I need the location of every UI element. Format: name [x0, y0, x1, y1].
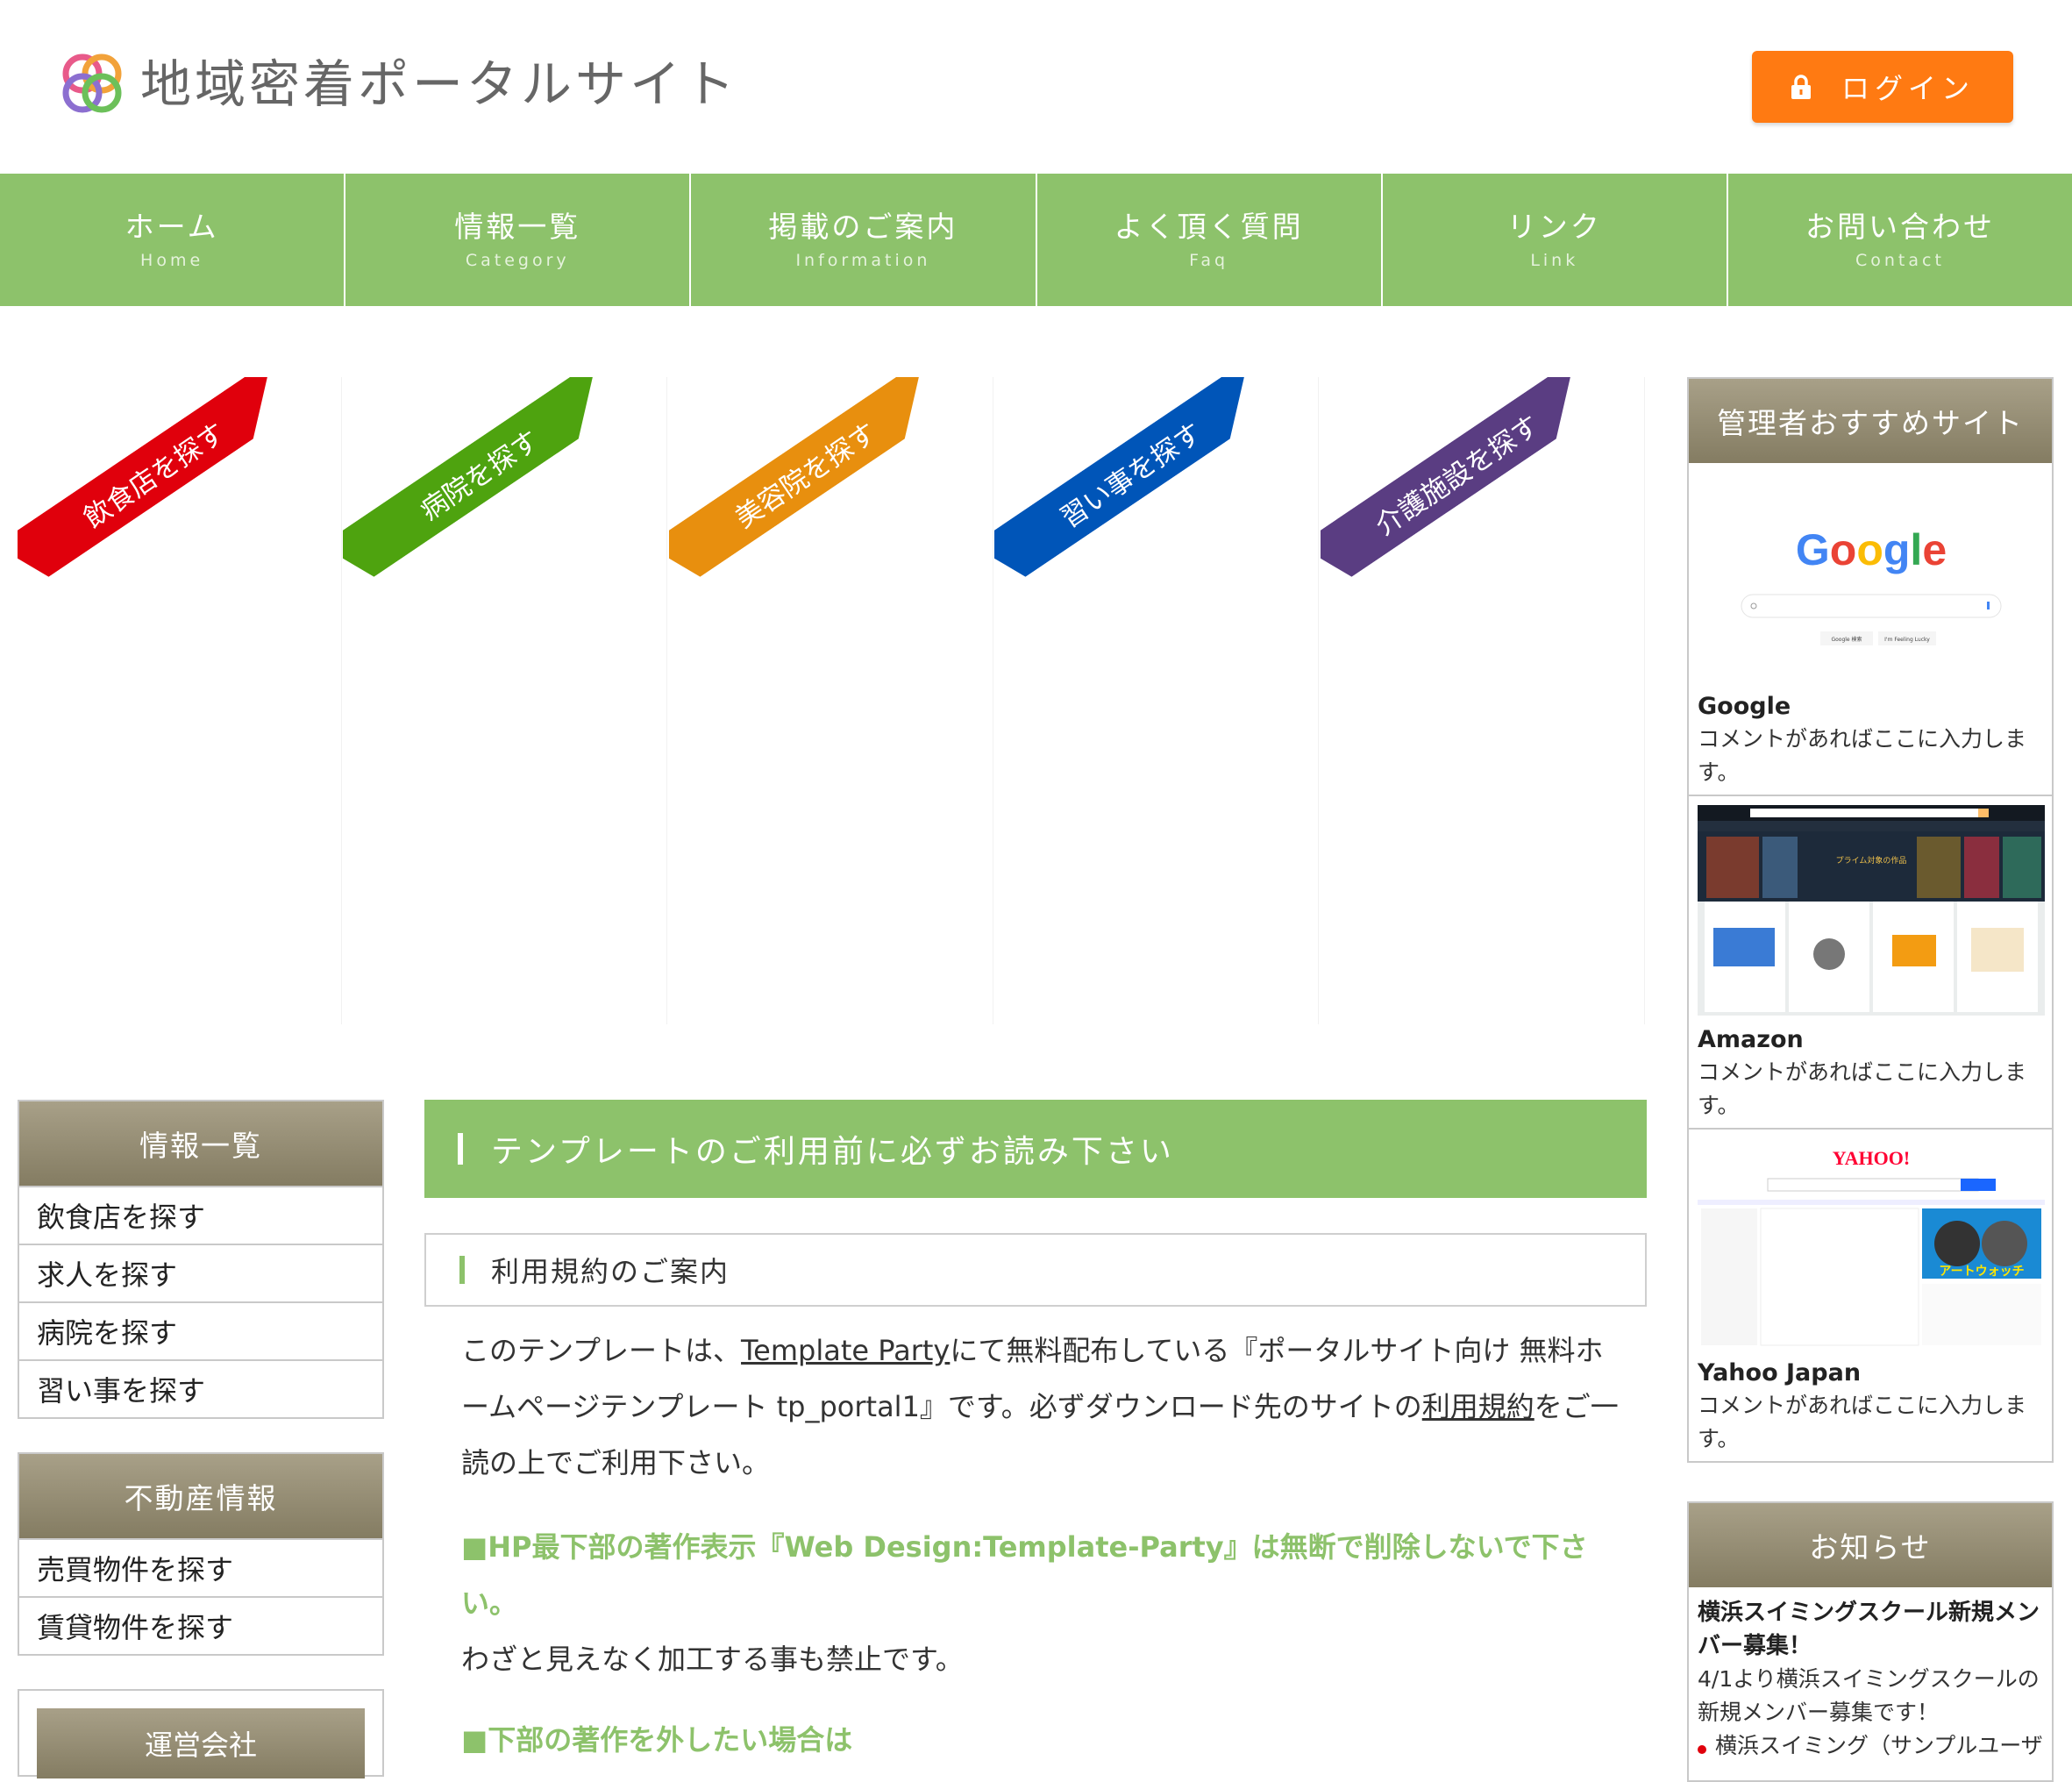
nav-label: リンク [1506, 209, 1602, 244]
site-item-amazon: プライム対象の作品 Amazon コメントがあればここに入力します。 [1689, 796, 2052, 1130]
news-author: 横浜スイミング（サンプルユーザ [1689, 1729, 2052, 1763]
site-name[interactable]: Google [1698, 691, 2043, 723]
google-search-label: Google 検索 [1831, 636, 1862, 643]
author-icon [1698, 1745, 1706, 1754]
site-name[interactable]: Yahoo Japan [1698, 1358, 2043, 1389]
category-ribbon: 飲食店を探す [18, 377, 303, 592]
yahoo-banner-text: アートウォッチ [1939, 1265, 2024, 1279]
yahoo-thumbnail[interactable]: YAHOO! アートウォッチ [1698, 1138, 2045, 1349]
nav-sublabel: Contact [1855, 250, 1945, 270]
sub-heading-box: 利用規約のご案内 [424, 1233, 1647, 1307]
nav-information[interactable]: 掲載のご案内 Information [691, 174, 1037, 306]
nav-sublabel: Information [795, 250, 931, 270]
nav-category[interactable]: 情報一覧 Category [345, 174, 692, 306]
category-label: 飲食店を探す [77, 417, 231, 535]
nav-label: 掲載のご案内 [768, 209, 958, 244]
site-item-google: Google Google 検索 I'm Feeling Lucky Googl… [1689, 463, 2052, 796]
nav-label: 情報一覧 [454, 209, 581, 244]
sidebar-heading: 情報一覧 [19, 1101, 382, 1186]
category-card-restaurant[interactable]: 飲食店を探す [18, 377, 342, 1024]
remove-copyright-heading: ■下部の著作を外したい場合は [461, 1723, 853, 1757]
category-ribbon: 美容院を探す [669, 377, 954, 592]
sidebar-item-hospital[interactable]: 病院を探す [19, 1301, 382, 1359]
sidebar-heading: 運営会社 [37, 1708, 365, 1778]
category-ribbon: 介護施設を探す [1321, 377, 1606, 592]
nav-label: お問い合わせ [1805, 209, 1995, 244]
sidebar-item-sale[interactable]: 売買物件を探す [19, 1538, 382, 1596]
news-title[interactable]: 横浜スイミングスクール新規メンバー募集！ [1689, 1587, 2052, 1663]
amazon-banner-text: プライム対象の作品 [1836, 855, 1907, 866]
main-heading: テンプレートのご利用前に必ずお読み下さい [491, 1134, 1174, 1170]
category-card-salon[interactable]: 美容院を探す [669, 377, 993, 1024]
author-label: 横浜スイミング（サンプルユーザ [1715, 1733, 2043, 1758]
site-title[interactable]: 地域密着ポータルサイト [140, 49, 738, 119]
news-body: 4/1より横浜スイミングスクールの新規メンバー募集です！ [1698, 1666, 2040, 1725]
intro-paragraph: このテンプレートは、Template Partyにて無料配布している『ポータルサ… [461, 1322, 1619, 1491]
lock-icon [1791, 75, 1811, 99]
sidebar-company: 運営会社 [18, 1689, 384, 1778]
news-heading: お知らせ [1689, 1503, 2052, 1587]
sidebar-realestate: 不動産情報 売買物件を探す 賃貸物件を探す [18, 1452, 384, 1656]
category-ribbon: 病院を探す [343, 377, 628, 592]
nav-contact[interactable]: お問い合わせ Contact [1728, 174, 2072, 306]
news-box: お知らせ 横浜スイミングスクール新規メンバー募集！ 4/1より横浜スイミングスク… [1687, 1501, 2054, 1782]
site-comment: コメントがあればここに入力します。 [1698, 726, 2027, 785]
sidebar-item-rent[interactable]: 賃貸物件を探す [19, 1596, 382, 1654]
sidebar-item-restaurant[interactable]: 飲食店を探す [19, 1186, 382, 1244]
google-thumbnail[interactable]: Google Google 検索 I'm Feeling Lucky [1698, 472, 2045, 682]
copyright-notice-text: わざと見えなく加工する事も禁止です。 [461, 1643, 964, 1676]
category-label: 習い事を探す [1054, 417, 1208, 535]
template-party-link[interactable]: Template Party [741, 1334, 950, 1367]
sidebar-item-lessons[interactable]: 習い事を探す [19, 1359, 382, 1417]
intro-text: このテンプレートは、 [461, 1334, 742, 1367]
login-label: ログイン [1841, 72, 1975, 105]
site-name[interactable]: Amazon [1698, 1024, 2043, 1056]
main-heading-band: テンプレートのご利用前に必ずお読み下さい [424, 1100, 1647, 1198]
nav-label: よく頂く質問 [1114, 209, 1304, 244]
nav-faq[interactable]: よく頂く質問 Faq [1037, 174, 1383, 306]
logo-icon[interactable] [58, 49, 126, 118]
svg-text:YAHOO!: YAHOO! [1833, 1147, 1910, 1169]
category-card-hospital[interactable]: 病院を探す [343, 377, 667, 1024]
google-lucky-label: I'm Feeling Lucky [1884, 637, 1930, 643]
category-label: 病院を探す [414, 424, 545, 527]
site-item-yahoo: YAHOO! アートウォッチ Yahoo Japan コメントがあればここに入力… [1689, 1130, 2052, 1461]
terms-link[interactable]: 利用規約 [1422, 1390, 1534, 1423]
recommended-sites: 管理者おすすめサイト Google Google 検索 I'm Feeling … [1687, 377, 2054, 1463]
category-card-care[interactable]: 介護施設を探す [1321, 377, 1645, 1024]
subheading-bar [459, 1256, 465, 1284]
nav-home[interactable]: ホーム Home [0, 174, 346, 306]
heading-bar [458, 1133, 463, 1165]
sidebar-heading: 不動産情報 [19, 1454, 382, 1538]
nav-sublabel: Home [140, 250, 204, 270]
nav-sublabel: Link [1530, 250, 1579, 270]
site-comment: コメントがあればここに入力します。 [1698, 1393, 2027, 1451]
category-ribbon: 習い事を探す [994, 377, 1279, 592]
global-nav: ホーム Home 情報一覧 Category 掲載のご案内 Informatio… [0, 174, 2072, 306]
site-comment: コメントがあればここに入力します。 [1698, 1059, 2027, 1118]
sidebar-item-jobs[interactable]: 求人を探す [19, 1244, 382, 1301]
svg-text:Google: Google [1796, 525, 1947, 574]
category-label: 美容院を探す [729, 417, 883, 535]
copyright-notice-heading: ■HP最下部の著作表示『Web Design:Template-Party』は無… [461, 1530, 1588, 1620]
category-card-lessons[interactable]: 習い事を探す [994, 377, 1319, 1024]
nav-sublabel: Category [465, 250, 570, 270]
category-label: 介護施設を探す [1370, 409, 1546, 542]
login-button[interactable]: ログイン [1752, 51, 2013, 123]
amazon-thumbnail[interactable]: プライム対象の作品 [1698, 805, 2045, 1016]
nav-sublabel: Faq [1189, 250, 1229, 270]
nav-link[interactable]: リンク Link [1383, 174, 1728, 306]
recommended-heading: 管理者おすすめサイト [1689, 379, 2052, 463]
site-header: 地域密着ポータルサイト ログイン [0, 0, 2072, 174]
nav-label: ホーム [125, 209, 219, 244]
sidebar-info-list: 情報一覧 飲食店を探す 求人を探す 病院を探す 習い事を探す [18, 1100, 384, 1419]
sub-heading: 利用規約のご案内 [491, 1255, 730, 1288]
